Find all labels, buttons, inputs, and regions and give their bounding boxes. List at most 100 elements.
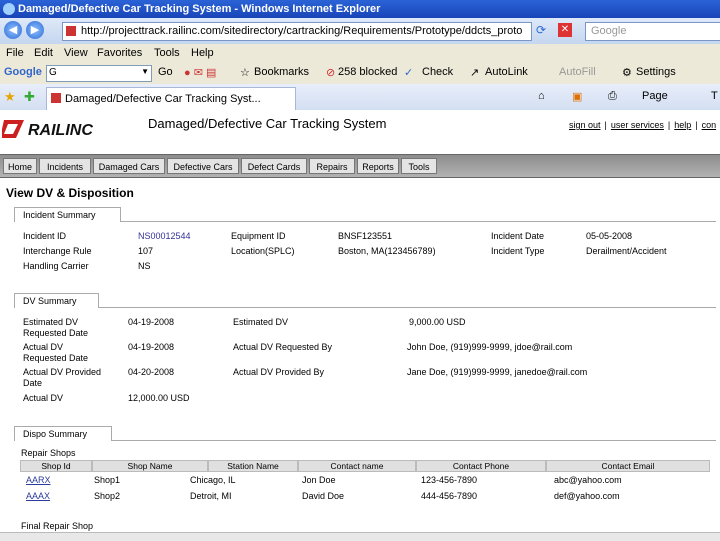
feeds-icon[interactable]: ▣ bbox=[572, 90, 582, 103]
window-titlebar: Damaged/Defective Car Tracking System - … bbox=[0, 0, 720, 18]
add-favorite-icon[interactable]: ✚ bbox=[24, 89, 35, 105]
row2-email: def@yahoo.com bbox=[554, 491, 620, 501]
bookmarks-button[interactable]: Bookmarks bbox=[254, 66, 309, 78]
stop-icon[interactable]: ✕ bbox=[558, 23, 572, 37]
tools-menu[interactable]: T bbox=[711, 90, 718, 102]
tab-current[interactable]: Damaged/Defective Car Tracking Syst... bbox=[46, 87, 296, 110]
nav-damaged-cars[interactable]: Damaged Cars bbox=[93, 158, 165, 174]
equipment-id-value: BNSF123551 bbox=[338, 231, 393, 241]
settings-button[interactable]: Settings bbox=[636, 66, 676, 78]
chevron-down-icon[interactable]: ▼ bbox=[141, 67, 149, 76]
nav-reports[interactable]: Reports bbox=[357, 158, 399, 174]
dispo-summary-tab: Dispo Summary bbox=[14, 426, 112, 441]
nav-defective-cars[interactable]: Defective Cars bbox=[167, 158, 239, 174]
logo-text: RAILINC bbox=[28, 122, 93, 139]
repair-shops-label: Repair Shops bbox=[21, 448, 76, 458]
check-button[interactable]: Check bbox=[422, 66, 453, 78]
menu-favorites[interactable]: Favorites bbox=[97, 47, 142, 59]
row1-email: abc@yahoo.com bbox=[554, 475, 622, 485]
nav-defect-cards[interactable]: Defect Cards bbox=[241, 158, 307, 174]
spellcheck-icon: ✓ bbox=[404, 67, 414, 79]
menu-view[interactable]: View bbox=[64, 47, 88, 59]
print-icon[interactable]: ⎙ bbox=[608, 90, 617, 103]
estimated-dv-value: 9,000.00 USD bbox=[409, 317, 466, 327]
location-value: Boston, MA(123456789) bbox=[338, 246, 436, 256]
main-nav: Home Incidents Damaged Cars Defective Ca… bbox=[0, 154, 720, 178]
favorites-star-icon[interactable]: ★ bbox=[4, 89, 16, 105]
autofill-button[interactable]: AutoFill bbox=[559, 66, 596, 78]
forward-arrow-icon[interactable]: ▶ bbox=[26, 21, 44, 39]
interchange-rule-label: Interchange Rule bbox=[23, 246, 92, 256]
address-input[interactable]: http://projecttrack.railinc.com/sitedire… bbox=[62, 22, 532, 41]
row1-shop-name: Shop1 bbox=[94, 475, 121, 485]
location-label: Location(SPLC) bbox=[231, 246, 295, 256]
page-favicon-icon bbox=[66, 26, 76, 36]
row2-phone: 444-456-7890 bbox=[421, 491, 478, 501]
menu-help[interactable]: Help bbox=[191, 47, 214, 59]
page-menu[interactable]: Page bbox=[642, 90, 668, 102]
actual-dv-value: 12,000.00 USD bbox=[128, 393, 190, 403]
incident-summary-divider bbox=[121, 221, 716, 222]
col-shop-name: Shop Name bbox=[92, 460, 208, 472]
menu-file[interactable]: File bbox=[6, 47, 24, 59]
google-toolbar: Google G ▼ Go ● ✉ ▤ ☆ Bookmarks ⊘ 258 bl… bbox=[0, 62, 720, 85]
railinc-logo: RAILINC bbox=[2, 120, 93, 139]
refresh-icon[interactable]: ⟳ bbox=[536, 23, 552, 37]
nav-tools[interactable]: Tools bbox=[401, 158, 437, 174]
actual-dv-prov-date-value: 04-20-2008 bbox=[128, 367, 175, 377]
nav-home[interactable]: Home bbox=[3, 158, 37, 174]
handling-carrier-label: Handling Carrier bbox=[23, 261, 89, 271]
nav-incidents[interactable]: Incidents bbox=[39, 158, 91, 174]
actual-dv-prov-date-label-2: Date bbox=[23, 378, 43, 388]
row1-shop-id[interactable]: AARX bbox=[26, 475, 51, 485]
row2-contact: David Doe bbox=[302, 491, 345, 501]
dv-summary-divider bbox=[99, 307, 716, 308]
col-contact-name: Contact name bbox=[298, 460, 416, 472]
dispo-summary-divider bbox=[112, 440, 716, 441]
gear-icon: ⚙ bbox=[622, 67, 632, 79]
actual-dv-prov-date-label-1: Actual DV Provided bbox=[23, 367, 102, 377]
incident-id-value: NS00012544 bbox=[138, 231, 191, 241]
nav-repairs[interactable]: Repairs bbox=[309, 158, 355, 174]
col-contact-email: Contact Email bbox=[546, 460, 710, 472]
menu-tools[interactable]: Tools bbox=[154, 47, 180, 59]
handling-carrier-value: NS bbox=[138, 261, 151, 271]
dv-summary-tab: DV Summary bbox=[14, 293, 99, 308]
incident-type-value: Derailment/Accident bbox=[586, 246, 667, 256]
incident-id-label: Incident ID bbox=[23, 231, 67, 241]
row2-station: Detroit, MI bbox=[190, 491, 232, 501]
search-input[interactable]: Google bbox=[585, 22, 720, 41]
home-icon[interactable]: ⌂ bbox=[538, 90, 545, 102]
est-dv-req-date-label-2: Requested Date bbox=[23, 328, 89, 338]
actual-dv-label: Actual DV bbox=[23, 393, 64, 403]
popups-blocked-label[interactable]: 258 blocked bbox=[338, 66, 397, 78]
incident-date-label: Incident Date bbox=[491, 231, 545, 241]
star-icon[interactable]: ☆ bbox=[240, 66, 250, 79]
app-banner: RAILINC Damaged/Defective Car Tracking S… bbox=[0, 110, 720, 154]
back-arrow-icon[interactable]: ◀ bbox=[4, 21, 22, 39]
tab-favicon-icon bbox=[51, 93, 61, 103]
app-title: Damaged/Defective Car Tracking System bbox=[148, 116, 387, 131]
google-search-input[interactable]: G ▼ bbox=[46, 65, 152, 82]
search-placeholder: Google bbox=[591, 25, 627, 37]
autolink-button[interactable]: AutoLink bbox=[485, 66, 528, 78]
google-go-button[interactable]: Go bbox=[158, 66, 173, 78]
contact-link[interactable]: con bbox=[702, 120, 717, 130]
toolbar-icons[interactable]: ● ✉ ▤ bbox=[184, 66, 216, 79]
row2-shop-id[interactable]: AAAX bbox=[26, 491, 50, 501]
address-bar-row: ◀ ▶ http://projecttrack.railinc.com/site… bbox=[0, 18, 720, 44]
menu-edit[interactable]: Edit bbox=[34, 47, 53, 59]
actual-dv-req-date-label-1: Actual DV bbox=[23, 342, 64, 352]
actual-dv-provided-by-value: Jane Doe, (919)999-9999, janedoe@rail.co… bbox=[407, 367, 588, 377]
user-services-link[interactable]: user services bbox=[611, 120, 664, 130]
repair-shops-header: Shop Id Shop Name Station Name Contact n… bbox=[20, 460, 710, 472]
row2-shop-name: Shop2 bbox=[94, 491, 121, 501]
col-shop-id: Shop Id bbox=[20, 460, 92, 472]
menu-bar: File Edit View Favorites Tools Help bbox=[0, 44, 720, 62]
ie-logo-icon bbox=[3, 3, 15, 15]
autolink-icon: ↗ bbox=[470, 67, 480, 79]
help-link[interactable]: help bbox=[674, 120, 691, 130]
incident-date-value: 05-05-2008 bbox=[586, 231, 633, 241]
actual-dv-requested-by-label: Actual DV Requested By bbox=[233, 342, 333, 352]
sign-out-link[interactable]: sign out bbox=[569, 120, 601, 130]
